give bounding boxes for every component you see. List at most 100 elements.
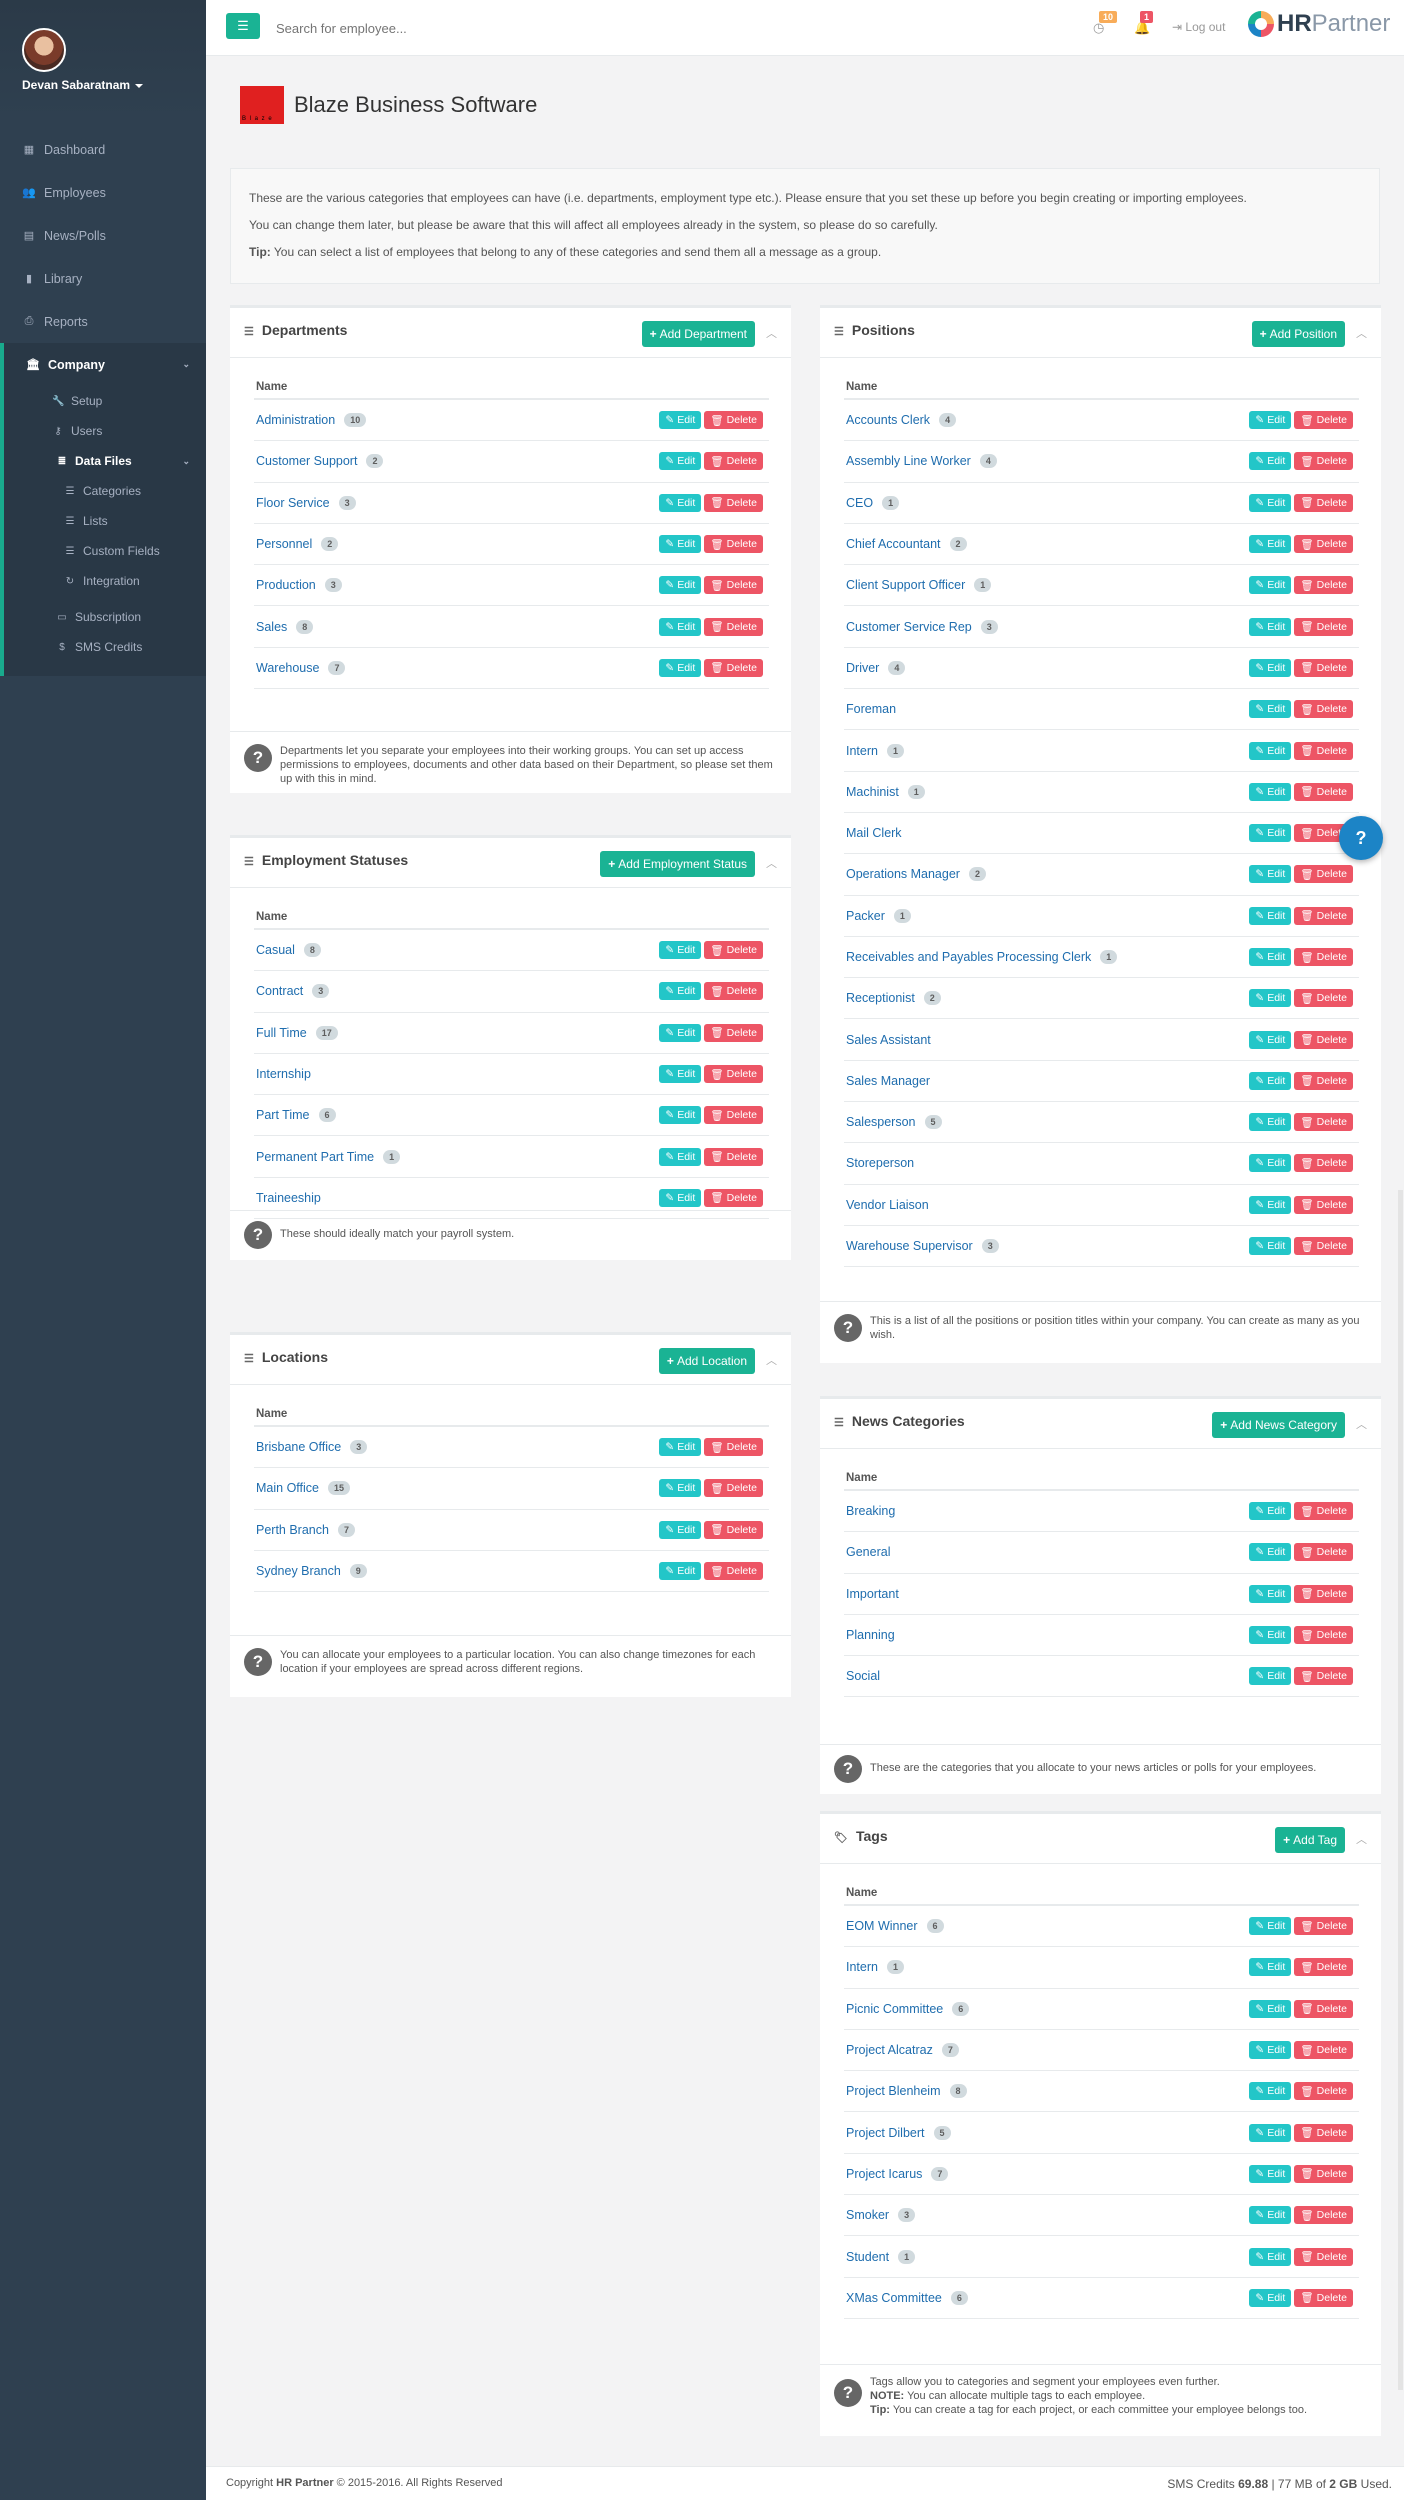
delete-button[interactable]: 🗑 Delete xyxy=(1294,1667,1353,1686)
edit-button[interactable]: ✎ Edit xyxy=(1249,1113,1292,1132)
search-input[interactable] xyxy=(276,14,696,42)
edit-button[interactable]: ✎ Edit xyxy=(1249,700,1292,719)
employment-status-name-link[interactable]: Casual xyxy=(256,943,295,957)
delete-button[interactable]: 🗑 Delete xyxy=(1294,1999,1353,2018)
delete-button[interactable]: 🗑 Delete xyxy=(1294,1030,1353,1049)
delete-button[interactable]: 🗑 Delete xyxy=(1294,576,1353,595)
add-location-button[interactable]: + Add Location xyxy=(658,1348,755,1374)
department-name-link[interactable]: Sales xyxy=(256,620,287,634)
delete-button[interactable]: 🗑 Delete xyxy=(704,1188,763,1207)
position-name-link[interactable]: Receivables and Payables Processing Cler… xyxy=(846,950,1091,964)
tag-name-link[interactable]: Intern xyxy=(846,1960,878,1974)
delete-button[interactable]: 🗑 Delete xyxy=(1294,2288,1353,2307)
location-name-link[interactable]: Main Office xyxy=(256,1481,319,1495)
delete-button[interactable]: 🗑 Delete xyxy=(1294,1917,1353,1936)
delete-button[interactable]: 🗑 Delete xyxy=(704,1106,763,1125)
delete-button[interactable]: 🗑 Delete xyxy=(1294,1154,1353,1173)
delete-button[interactable]: 🗑 Delete xyxy=(704,493,763,512)
add-position-button[interactable]: + Add Position xyxy=(1251,321,1345,347)
delete-button[interactable]: 🗑 Delete xyxy=(1294,989,1353,1008)
delete-button[interactable]: 🗑 Delete xyxy=(1294,782,1353,801)
tag-name-link[interactable]: Project Dilbert xyxy=(846,2126,925,2140)
tag-name-link[interactable]: Project Alcatraz xyxy=(846,2043,933,2057)
edit-button[interactable]: ✎ Edit xyxy=(1249,1071,1292,1090)
edit-button[interactable]: ✎ Edit xyxy=(659,941,702,960)
delete-button[interactable]: 🗑 Delete xyxy=(704,1147,763,1166)
edit-button[interactable]: ✎ Edit xyxy=(1249,411,1292,430)
edit-button[interactable]: ✎ Edit xyxy=(1249,1667,1292,1686)
tag-name-link[interactable]: XMas Committee xyxy=(846,2291,942,2305)
edit-button[interactable]: ✎ Edit xyxy=(1249,1237,1292,1256)
help-chat-button[interactable]: ? xyxy=(1339,816,1383,860)
delete-button[interactable]: 🗑 Delete xyxy=(704,411,763,430)
user-menu[interactable]: Devan Sabaratnam xyxy=(0,78,206,92)
department-name-link[interactable]: Production xyxy=(256,578,316,592)
delete-button[interactable]: 🗑 Delete xyxy=(1294,1543,1353,1562)
nav-lists[interactable]: ☰ Lists xyxy=(4,506,206,536)
edit-button[interactable]: ✎ Edit xyxy=(659,982,702,1001)
edit-button[interactable]: ✎ Edit xyxy=(1249,948,1292,966)
edit-button[interactable]: ✎ Edit xyxy=(659,1106,702,1125)
department-name-link[interactable]: Warehouse xyxy=(256,661,319,675)
delete-button[interactable]: 🗑 Delete xyxy=(1294,535,1353,554)
position-name-link[interactable]: Machinist xyxy=(846,785,899,799)
position-name-link[interactable]: Receptionist xyxy=(846,991,915,1005)
delete-button[interactable]: 🗑 Delete xyxy=(1294,948,1353,966)
delete-button[interactable]: 🗑 Delete xyxy=(1294,2082,1353,2101)
collapse-icon[interactable]: ︿ xyxy=(1356,1831,1367,1847)
edit-button[interactable]: ✎ Edit xyxy=(659,535,702,554)
position-name-link[interactable]: Chief Accountant xyxy=(846,537,941,551)
delete-button[interactable]: 🗑 Delete xyxy=(704,535,763,554)
collapse-icon[interactable]: ︿ xyxy=(766,1352,777,1368)
nav-custom-fields[interactable]: ☰ Custom Fields xyxy=(4,536,206,566)
nav-subscription[interactable]: ▭ Subscription xyxy=(4,602,206,632)
delete-button[interactable]: 🗑 Delete xyxy=(1294,2041,1353,2060)
delete-button[interactable]: 🗑 Delete xyxy=(1294,2123,1353,2142)
employment-status-name-link[interactable]: Permanent Part Time xyxy=(256,1150,374,1164)
news-category-name-link[interactable]: Social xyxy=(846,1669,880,1683)
delete-button[interactable]: 🗑 Delete xyxy=(1294,1626,1353,1645)
news-category-name-link[interactable]: Planning xyxy=(846,1628,895,1642)
edit-button[interactable]: ✎ Edit xyxy=(1249,1030,1292,1049)
delete-button[interactable]: 🗑 Delete xyxy=(1294,1113,1353,1132)
edit-button[interactable]: ✎ Edit xyxy=(1249,2247,1292,2266)
news-category-name-link[interactable]: General xyxy=(846,1545,890,1559)
position-name-link[interactable]: Operations Manager xyxy=(846,867,960,881)
position-name-link[interactable]: Customer Service Rep xyxy=(846,620,972,634)
position-name-link[interactable]: Assembly Line Worker xyxy=(846,454,971,468)
add-employment-status-button[interactable]: + Add Employment Status xyxy=(600,851,755,877)
timer-button[interactable]: ◷ 10 xyxy=(1093,11,1118,36)
notifications-button[interactable]: 🔔 1 xyxy=(1134,11,1154,36)
position-name-link[interactable]: Intern xyxy=(846,744,878,758)
tag-name-link[interactable]: Project Icarus xyxy=(846,2167,922,2181)
position-name-link[interactable]: Foreman xyxy=(846,702,896,716)
edit-button[interactable]: ✎ Edit xyxy=(659,1147,702,1166)
edit-button[interactable]: ✎ Edit xyxy=(659,1562,702,1581)
edit-button[interactable]: ✎ Edit xyxy=(659,1188,702,1207)
position-name-link[interactable]: Salesperson xyxy=(846,1115,916,1129)
avatar[interactable] xyxy=(22,28,66,72)
nav-categories[interactable]: ☰ Categories xyxy=(4,476,206,506)
edit-button[interactable]: ✎ Edit xyxy=(1249,452,1292,471)
delete-button[interactable]: 🗑 Delete xyxy=(1294,1195,1353,1214)
position-name-link[interactable]: Warehouse Supervisor xyxy=(846,1239,973,1253)
delete-button[interactable]: 🗑 Delete xyxy=(704,1438,763,1457)
delete-button[interactable]: 🗑 Delete xyxy=(1294,2247,1353,2266)
edit-button[interactable]: ✎ Edit xyxy=(1249,2164,1292,2183)
delete-button[interactable]: 🗑 Delete xyxy=(1294,741,1353,760)
employment-status-name-link[interactable]: Contract xyxy=(256,984,303,998)
delete-button[interactable]: 🗑 Delete xyxy=(1294,1071,1353,1090)
position-name-link[interactable]: Vendor Liaison xyxy=(846,1198,929,1212)
edit-button[interactable]: ✎ Edit xyxy=(659,576,702,595)
edit-button[interactable]: ✎ Edit xyxy=(1249,824,1292,843)
edit-button[interactable]: ✎ Edit xyxy=(1249,989,1292,1008)
department-name-link[interactable]: Floor Service xyxy=(256,496,330,510)
edit-button[interactable]: ✎ Edit xyxy=(1249,617,1292,636)
edit-button[interactable]: ✎ Edit xyxy=(1249,535,1292,554)
delete-button[interactable]: 🗑 Delete xyxy=(704,658,763,677)
edit-button[interactable]: ✎ Edit xyxy=(659,1479,702,1498)
delete-button[interactable]: 🗑 Delete xyxy=(704,1562,763,1581)
edit-button[interactable]: ✎ Edit xyxy=(659,1438,702,1457)
delete-button[interactable]: 🗑 Delete xyxy=(1294,2164,1353,2183)
edit-button[interactable]: ✎ Edit xyxy=(1249,1999,1292,2018)
